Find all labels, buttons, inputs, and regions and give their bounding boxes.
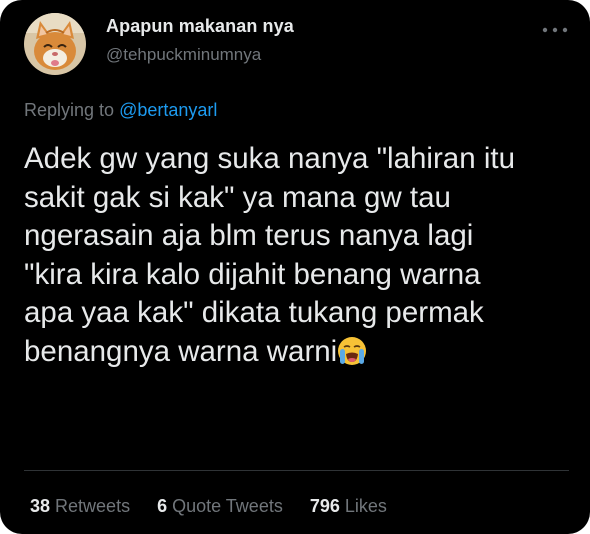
cat-avatar-image [24, 13, 86, 75]
replying-to-line: Replying to @bertanyarl [24, 100, 217, 121]
author-display-name[interactable]: Apapun makanan nya [106, 16, 294, 37]
tweet-stats: 38 Retweets 6 Quote Tweets 796 Likes [30, 496, 414, 517]
tweet-text: Adek gw yang suka nanya "lahiran itu sak… [24, 142, 515, 368]
retweets-label: Retweets [55, 496, 131, 516]
likes-stat[interactable]: 796 Likes [310, 496, 387, 517]
tweet-card: Apapun makanan nya @tehpuckminumnya Repl… [0, 0, 590, 534]
retweets-stat[interactable]: 38 Retweets [30, 496, 130, 517]
likes-label: Likes [344, 496, 387, 516]
quote-tweets-count: 6 [157, 496, 168, 516]
author-avatar[interactable] [24, 13, 86, 75]
quote-tweets-stat[interactable]: 6 Quote Tweets [157, 496, 283, 517]
author-handle[interactable]: @tehpuckminumnya [106, 45, 261, 65]
replying-to-label: Replying to [24, 100, 115, 120]
stats-divider [24, 470, 569, 471]
more-options-button[interactable] [541, 22, 569, 33]
tweet-body: Adek gw yang suka nanya "lahiran itu sak… [24, 140, 569, 371]
reply-mention-link[interactable]: @bertanyarl [119, 100, 217, 120]
likes-count: 796 [309, 496, 340, 516]
retweets-count: 38 [30, 496, 51, 516]
more-horizontal-icon [542, 27, 568, 33]
quote-tweets-label: Quote Tweets [172, 496, 283, 516]
loudly-crying-face-emoji-icon [338, 336, 367, 365]
